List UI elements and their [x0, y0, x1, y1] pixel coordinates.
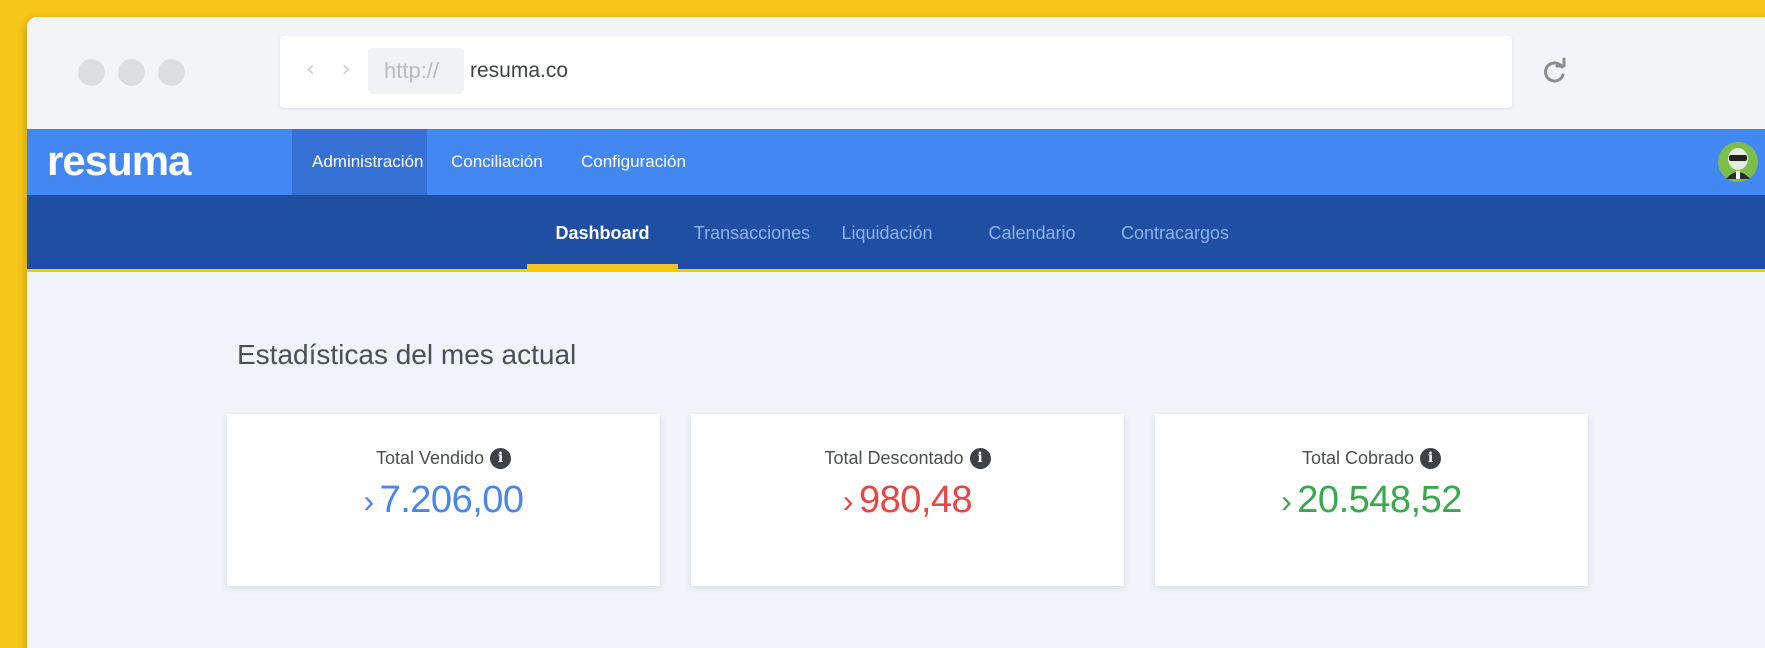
back-forward-icons[interactable]: ‹ ›	[306, 57, 361, 82]
url-protocol: http://	[368, 48, 464, 94]
window-close-button[interactable]	[78, 59, 105, 86]
tab-dashboard[interactable]: Dashboard	[527, 195, 678, 272]
stat-card-label: Total Vendido	[375, 448, 485, 468]
reload-icon[interactable]	[1540, 57, 1570, 87]
browser-toolbar: ‹ › http:// resuma.co	[27, 17, 1765, 129]
window-minimize-button[interactable]	[118, 59, 145, 86]
nav-configuracion[interactable]: Configuración	[561, 129, 706, 195]
stat-card-total-vendido: Total Vendido i › 7.206,00	[227, 414, 660, 586]
stat-card-value: 20.548,52	[1297, 479, 1462, 521]
tab-contracargos[interactable]: Contracargos	[1110, 195, 1240, 272]
stat-card-value: 7.206,00	[379, 479, 524, 521]
stat-card-total-descontado: Total Descontado i › 980,48	[691, 414, 1124, 586]
window-maximize-button[interactable]	[158, 59, 185, 86]
app-logo[interactable]: resuma	[47, 137, 191, 185]
tab-calendario[interactable]: Calendario	[977, 195, 1087, 272]
stat-card-total-cobrado: Total Cobrado i › 20.548,52	[1155, 414, 1588, 586]
browser-window: ‹ › http:// resuma.co resuma Administrac…	[27, 17, 1765, 648]
top-navigation: resuma Administración Conciliación Confi…	[27, 129, 1765, 195]
chevron-icon: ›	[363, 483, 374, 519]
sub-navigation: Dashboard Transacciones Liquidación Cale…	[27, 195, 1765, 272]
nav-administracion[interactable]: Administración	[292, 129, 427, 195]
info-icon[interactable]: i	[1420, 448, 1442, 469]
stat-card-label: Total Descontado	[824, 448, 964, 468]
url-domain[interactable]: resuma.co	[470, 48, 568, 94]
stat-card-label: Total Cobrado	[1301, 448, 1415, 468]
nav-conciliacion[interactable]: Conciliación	[431, 129, 563, 195]
active-tab-indicator	[527, 264, 678, 272]
section-title: Estadísticas del mes actual	[237, 339, 577, 370]
chevron-icon: ›	[1281, 483, 1292, 519]
info-icon[interactable]: i	[490, 448, 512, 469]
address-bar[interactable]: ‹ › http:// resuma.co	[280, 36, 1512, 108]
tab-transacciones[interactable]: Transacciones	[687, 195, 817, 272]
tab-liquidacion[interactable]: Liquidación	[827, 195, 947, 272]
stat-card-value: 980,48	[858, 479, 973, 521]
chevron-icon: ›	[842, 483, 854, 519]
info-icon[interactable]: i	[969, 448, 991, 469]
user-avatar[interactable]	[1717, 141, 1759, 183]
